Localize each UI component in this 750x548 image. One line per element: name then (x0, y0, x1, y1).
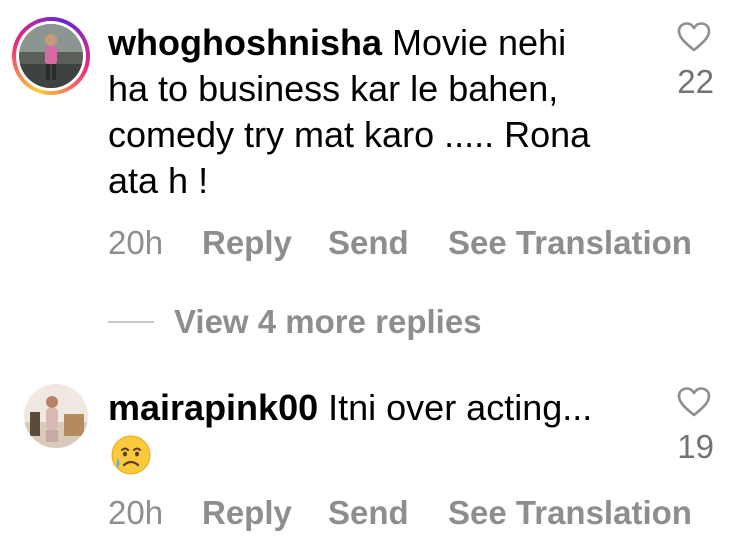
comment-text-line: comedy try mat karo ..... Rona (108, 114, 591, 155)
avatar-photo (24, 384, 88, 448)
reply-button[interactable]: Reply (202, 494, 292, 532)
heart-icon[interactable] (677, 22, 711, 52)
like-count: 19 (677, 428, 714, 465)
thread-line (108, 321, 154, 323)
comment-timestamp: 20h (108, 224, 164, 261)
heart-icon[interactable] (677, 387, 711, 417)
comment-username[interactable]: whoghoshnisha (108, 22, 382, 63)
comment-timestamp: 20h (108, 494, 164, 531)
comment-body: Itni over acting... (318, 387, 593, 428)
comment-text-line: ata h ! (108, 160, 209, 201)
view-more-replies-button[interactable]: View 4 more replies (108, 300, 482, 344)
comment-username[interactable]: mairapink00 (108, 387, 318, 428)
avatar-photo (19, 24, 83, 88)
see-translation-button[interactable]: See Translation (448, 494, 692, 532)
send-button[interactable]: Send (328, 224, 409, 262)
avatar[interactable] (19, 24, 83, 88)
comment-item: whoghoshnisha Movie nehi ha to business … (0, 0, 750, 280)
view-more-replies-label: View 4 more replies (174, 303, 482, 340)
send-button[interactable]: Send (328, 494, 409, 532)
comment-text: whoghoshnisha Movie nehi (108, 21, 566, 65)
like-count: 22 (677, 63, 714, 100)
comment-actions: 20h Reply Send See Translation (0, 494, 750, 538)
story-ring[interactable] (12, 17, 90, 95)
crying-face-icon (111, 435, 151, 475)
comment-item: mairapink00 Itni over acting... 20h Repl… (0, 370, 750, 548)
reply-button[interactable]: Reply (202, 224, 292, 262)
see-translation-button[interactable]: See Translation (448, 224, 692, 262)
comment-body: Movie nehi (382, 22, 567, 63)
comment-actions: 20h Reply Send See Translation (0, 224, 750, 268)
comment-text-line: ha to business kar le bahen, (108, 68, 559, 109)
avatar[interactable] (24, 384, 88, 448)
comment-text: mairapink00 Itni over acting... (108, 386, 592, 430)
